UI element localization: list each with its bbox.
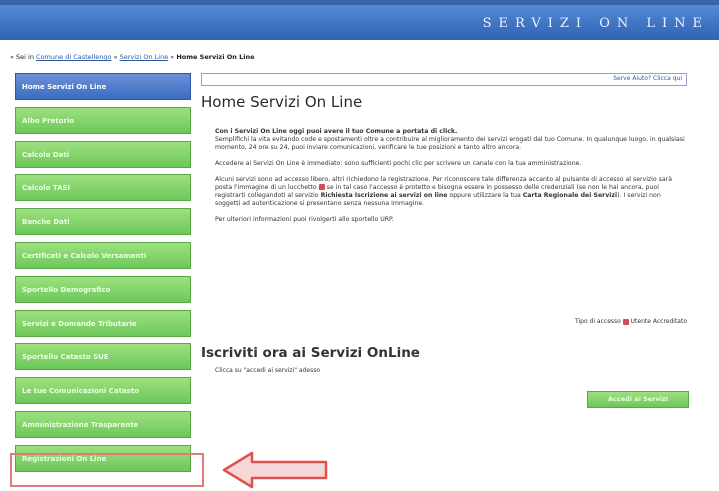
legend-right: Utente Accreditato [630, 318, 687, 325]
sidebar-item-sportello-demografico[interactable]: Sportello Demografico [15, 275, 191, 303]
sidebar-item-amministrazione-trasparente[interactable]: Amministrazione Trasparente [15, 410, 191, 438]
breadcrumb-link-servizi[interactable]: Servizi On Line [120, 53, 169, 61]
page-title: Home Servizi On Line [201, 93, 363, 111]
help-bar: Serve Aiuto? Clicca qui [201, 73, 687, 86]
sidebar-item-home[interactable]: Home Servizi On Line [15, 73, 191, 100]
legend-lock-icon [622, 318, 629, 325]
sidebar-item-banche-dati[interactable]: Banche Dati [15, 208, 191, 236]
breadcrumb-current: Home Servizi On Line [176, 53, 255, 61]
intro-paragraph-3c: oppure utilizzare la tua [449, 192, 521, 199]
banner-stripe [0, 0, 719, 5]
highlight-box [10, 453, 204, 487]
access-legend: Tipo di accesso Utente Accreditato [575, 318, 687, 325]
access-services-button[interactable]: Accedi ai Servizi [587, 391, 689, 408]
intro-content: Con i Servizi On Line oggi puoi avere il… [215, 128, 685, 232]
registration-service-name: Richiesta Iscrizione ai servizi on line [320, 192, 448, 199]
breadcrumb-prefix: » Sei in [10, 53, 34, 61]
sidebar-item-calcolo-dati[interactable]: Calcolo Dati [15, 140, 191, 168]
sidebar-item-comunicazioni[interactable]: Le tue Comunicazioni Catasto [15, 377, 191, 405]
sidebar-item-servizi-tributari[interactable]: Servizi e Domande Tributarie [15, 309, 191, 337]
subscribe-heading: Iscriviti ora ai Servizi OnLine [201, 345, 420, 361]
top-banner: SERVIZI ON LINE [0, 0, 719, 40]
intro-lead: Con i Servizi On Line oggi puoi avere il… [215, 128, 458, 135]
lock-icon [318, 184, 325, 190]
breadcrumb: » Sei in Comune di Castellengo » Servizi… [10, 53, 255, 61]
intro-paragraph-1: Semplifichi la vita evitando code e spos… [215, 136, 685, 151]
subscribe-subtext: Clicca su "accedi ai servizi" adesso [215, 367, 320, 374]
sidebar-item-calcolo-tasi[interactable]: Calcolo TASI [15, 174, 191, 202]
legend-left: Tipo di accesso [575, 318, 621, 325]
breadcrumb-link-comune[interactable]: Comune di Castellengo [36, 53, 111, 61]
pointer-arrow-icon [222, 451, 328, 489]
sidebar-item-certificati[interactable]: Certificati e Calcolo Versamenti [15, 241, 191, 269]
sidebar-item-sportello-catasto[interactable]: Sportello Catasto SUE [15, 343, 191, 371]
help-link[interactable]: Serve Aiuto? Clicca qui [613, 75, 682, 82]
intro-paragraph-4: Per ulteriori informazioni puoi rivolger… [215, 216, 394, 223]
site-brand: SERVIZI ON LINE [482, 16, 709, 31]
sidebar-menu: Home Servizi On Line Albo Pretorio Calco… [15, 73, 191, 479]
sidebar-item-albo-pretorio[interactable]: Albo Pretorio [15, 106, 191, 134]
carta-regionale-name: Carta Regionale dei Servizi [522, 192, 618, 199]
intro-paragraph-2: Accedere ai Servizi On Line è immediato:… [215, 160, 582, 167]
